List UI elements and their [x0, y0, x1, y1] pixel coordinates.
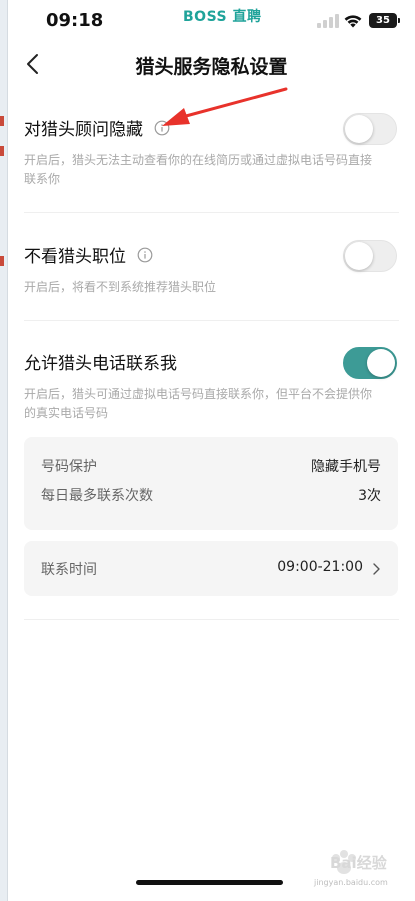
setting-hide-headhunter-jobs: 不看猎头职位 开启后，将看不到系统推荐猎头职位: [24, 240, 399, 297]
divider: [24, 212, 399, 213]
number-protection-row[interactable]: 号码保护 隐藏手机号: [41, 456, 381, 476]
divider: [24, 320, 399, 321]
chevron-right-icon: [373, 563, 380, 575]
setting-description: 开启后，将看不到系统推荐猎头职位: [24, 280, 217, 294]
hide-from-headhunters-toggle[interactable]: [343, 113, 397, 145]
setting-description: 开启后，猎头无法主动查看你的在线简历或通过虚拟电话号码直接联系你: [24, 153, 373, 186]
row-value: 3次: [358, 488, 381, 504]
contact-time-card[interactable]: 联系时间 09:00-21:00: [24, 541, 398, 596]
status-time: 09:18: [46, 10, 104, 31]
adjacent-window-strip: [0, 0, 8, 901]
page-title: 猎头服务隐私设置: [135, 56, 288, 78]
allow-headhunter-calls-toggle[interactable]: [343, 347, 397, 379]
setting-title: 不看猎头职位: [24, 247, 126, 267]
info-icon[interactable]: [154, 120, 170, 136]
setting-title: 允许猎头电话联系我: [24, 354, 177, 374]
phone-protection-card: 号码保护 隐藏手机号 每日最多联系次数 3次: [24, 437, 398, 530]
setting-description: 开启后，猎头可通过虚拟电话号码直接联系你，但平台不会提供你的真实电话号码: [24, 387, 373, 420]
hide-headhunter-jobs-toggle[interactable]: [343, 240, 397, 272]
divider: [24, 619, 399, 620]
signal-icon: [317, 14, 339, 28]
row-label: 联系时间: [41, 562, 97, 578]
home-indicator[interactable]: [136, 880, 283, 885]
daily-contact-limit-row[interactable]: 每日最多联系次数 3次: [41, 485, 381, 505]
contact-time-row[interactable]: 联系时间 09:00-21:00: [41, 559, 381, 579]
row-value: 隐藏手机号: [311, 459, 381, 475]
row-value: 09:00-21:00: [277, 559, 363, 575]
setting-allow-headhunter-calls: 允许猎头电话联系我 开启后，猎头可通过虚拟电话号码直接联系你，但平台不会提供你的…: [24, 347, 399, 423]
info-icon[interactable]: [137, 247, 153, 263]
nav-bar: 猎头服务隐私设置: [8, 44, 415, 84]
strip-mark: [0, 146, 4, 156]
brand-label: BOSS 直聘: [183, 9, 262, 25]
setting-title: 对猎头顾问隐藏: [24, 120, 143, 140]
status-bar: 09:18 BOSS 直聘 35: [8, 0, 415, 40]
wifi-icon: [344, 15, 362, 28]
strip-mark: [0, 116, 4, 126]
row-label: 号码保护: [41, 459, 97, 475]
watermark-url: jingyan.baidu.com: [314, 878, 388, 887]
row-label: 每日最多联系次数: [41, 488, 153, 504]
setting-hide-from-headhunters: 对猎头顾问隐藏 开启后，猎头无法主动查看你的在线简历或通过虚拟电话号码直接联系你: [24, 113, 399, 189]
strip-mark: [0, 256, 4, 266]
battery-icon: 35: [369, 13, 400, 28]
watermark-text: Bai经验: [330, 854, 387, 872]
